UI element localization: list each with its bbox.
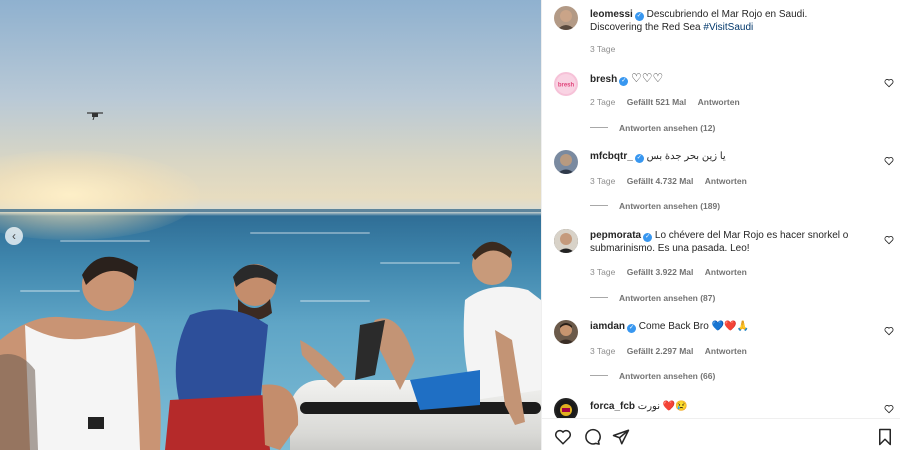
wave: [60, 240, 150, 242]
avatar-bresh[interactable]: bresh: [554, 72, 578, 96]
sun-glow: [0, 150, 200, 240]
heart-icon[interactable]: [884, 404, 894, 414]
verified-icon: ✓: [643, 233, 653, 242]
reply-button[interactable]: Antworten: [705, 176, 747, 186]
divider-line: [590, 205, 608, 206]
comment-username[interactable]: pepmorata: [590, 230, 641, 241]
post-photo: ‹: [0, 0, 541, 450]
reply-button[interactable]: Antworten: [705, 267, 747, 277]
view-replies-text: Antworten ansehen (12): [619, 123, 716, 133]
comment-time: 3 Tage: [590, 346, 616, 356]
comment-time: 2 Tage: [590, 97, 616, 107]
view-replies-button[interactable]: Antworten ansehen (66): [590, 371, 715, 381]
verified-icon: ✓: [634, 12, 644, 21]
comment-likes[interactable]: Gefällt 3.922 Mal: [627, 267, 694, 277]
comment-text-line2: submarinismo. Es una pasada. Leo!: [590, 243, 750, 254]
divider-line: [590, 375, 608, 376]
view-replies-text: Antworten ansehen (189): [619, 201, 721, 211]
comment-text: يا زين بحر جدة بس: [646, 151, 726, 162]
comment-forca-fcb: forca_fcb نورت ❤️😢: [590, 400, 688, 413]
person-left: [0, 256, 161, 450]
comment-meta: 3 Tage Gefällt 4.732 Mal Antworten: [590, 176, 756, 186]
verified-icon: ✓: [634, 154, 644, 163]
heart-icon[interactable]: [554, 428, 572, 446]
view-replies-text: Antworten ansehen (66): [619, 371, 716, 381]
avatar-mfcbqtr[interactable]: [554, 150, 578, 174]
person-right: [300, 241, 541, 425]
comment-text-line1: Lo chévere del Mar Rojo es hacer snorkel…: [654, 230, 849, 241]
heart-icon[interactable]: [884, 78, 894, 88]
caption-line2: Discovering the Red Sea: [590, 22, 701, 33]
view-replies-text: Antworten ansehen (87): [619, 293, 716, 303]
comments-panel: leomessi ✓ Descubriendo el Mar Rojo en Sa…: [541, 0, 900, 450]
view-replies-button[interactable]: Antworten ansehen (12): [590, 123, 715, 133]
comment-emoji: 💙❤️🙏: [711, 321, 749, 332]
svg-text:bresh: bresh: [558, 83, 575, 89]
comment-text: نورت ❤️😢: [637, 401, 688, 412]
view-replies-button[interactable]: Antworten ansehen (189): [590, 201, 720, 211]
author-username[interactable]: leomessi: [590, 9, 633, 20]
heart-icon[interactable]: [884, 235, 894, 245]
post-time-text: 3 Tage: [590, 44, 616, 54]
comment-iamdan: iamdan ✓ Come Back Bro 💙❤️🙏: [590, 320, 749, 333]
author-avatar[interactable]: [554, 6, 578, 30]
comment-text: ♡♡♡: [631, 71, 664, 85]
comment-likes[interactable]: Gefällt 4.732 Mal: [627, 176, 694, 186]
comment-bresh: bresh ✓ ♡♡♡: [590, 72, 663, 86]
comment-meta: 2 Tage Gefällt 521 Mal Antworten: [590, 97, 749, 107]
comment-pepmorata: pepmorata ✓ Lo chévere del Mar Rojo es ha…: [590, 229, 890, 255]
heart-icon[interactable]: [884, 326, 894, 336]
bookmark-icon[interactable]: [876, 428, 894, 446]
hashtag-link[interactable]: #VisitSaudi: [703, 22, 753, 33]
send-icon[interactable]: [612, 428, 630, 446]
horizon: [0, 209, 541, 212]
divider-line: [590, 297, 608, 298]
comment-meta: 3 Tage Gefällt 3.922 Mal Antworten: [590, 267, 756, 277]
action-bar: [542, 418, 900, 450]
view-replies-button[interactable]: Antworten ansehen (87): [590, 293, 715, 303]
divider-line: [590, 127, 608, 128]
comment-mfcbqtr: mfcbqtr_ ✓ يا زين بحر جدة بس: [590, 150, 726, 163]
comment-meta: 3 Tage Gefällt 2.297 Mal Antworten: [590, 346, 756, 356]
comment-icon[interactable]: [583, 428, 601, 446]
caption-line1: Descubriendo el Mar Rojo en Saudi.: [646, 9, 808, 20]
verified-icon: ✓: [619, 77, 629, 86]
comment-username[interactable]: mfcbqtr_: [590, 151, 633, 162]
comment-likes[interactable]: Gefällt 521 Mal: [627, 97, 687, 107]
drone-icon: [87, 112, 103, 120]
avatar-iamdan[interactable]: [554, 320, 578, 344]
reply-button[interactable]: Antworten: [698, 97, 740, 107]
chevron-left-icon[interactable]: ‹: [5, 227, 23, 245]
heart-icon[interactable]: [884, 156, 894, 166]
avatar-pepmorata[interactable]: [554, 229, 578, 253]
verified-icon: ✓: [627, 324, 637, 333]
comment-text: Come Back Bro: [638, 321, 709, 332]
post-caption: leomessi ✓ Descubriendo el Mar Rojo en Sa…: [590, 8, 890, 34]
comment-username[interactable]: bresh: [590, 74, 617, 85]
comment-likes[interactable]: Gefällt 2.297 Mal: [627, 346, 694, 356]
comment-username[interactable]: iamdan: [590, 321, 625, 332]
comment-time: 3 Tage: [590, 176, 616, 186]
reply-button[interactable]: Antworten: [705, 346, 747, 356]
post-time: 3 Tage: [590, 44, 624, 54]
comment-time: 3 Tage: [590, 267, 616, 277]
comment-username[interactable]: forca_fcb: [590, 401, 635, 412]
